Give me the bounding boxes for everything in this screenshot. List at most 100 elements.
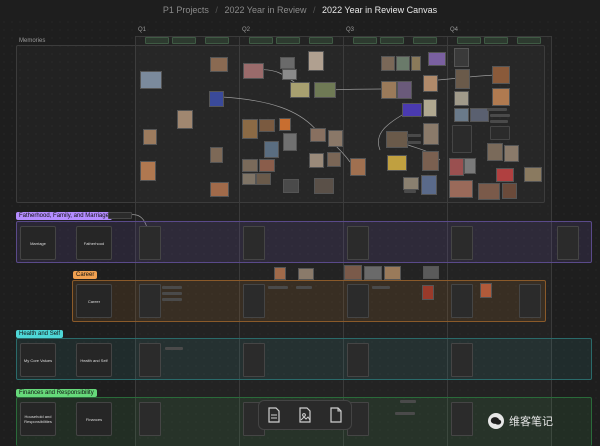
- career-photo[interactable]: [344, 265, 362, 280]
- memory-photo[interactable]: [256, 173, 271, 185]
- quarter-card[interactable]: [451, 343, 473, 377]
- health-note[interactable]: [165, 347, 183, 350]
- career-note[interactable]: [372, 286, 390, 289]
- memory-photo[interactable]: [264, 141, 279, 158]
- memory-photo[interactable]: [210, 182, 229, 197]
- career-photo[interactable]: [423, 266, 439, 279]
- quarter-card[interactable]: [557, 226, 579, 260]
- memory-photo[interactable]: [423, 123, 439, 145]
- memory-photo[interactable]: [449, 158, 464, 176]
- memory-photo[interactable]: [314, 82, 336, 98]
- memory-photo[interactable]: [422, 151, 439, 171]
- quarter-card[interactable]: [139, 402, 161, 436]
- quarter-card[interactable]: [347, 226, 369, 260]
- memory-photo[interactable]: [449, 180, 473, 198]
- memory-photo[interactable]: [492, 88, 510, 106]
- career-note[interactable]: [296, 286, 312, 289]
- quarter-card[interactable]: [451, 402, 473, 436]
- memory-photo[interactable]: [242, 159, 258, 172]
- memory-note[interactable]: [487, 108, 507, 111]
- quarter-card[interactable]: [451, 226, 473, 260]
- memory-photo[interactable]: [423, 75, 438, 92]
- memory-photo[interactable]: [290, 82, 310, 98]
- finances-card[interactable]: Finances: [76, 402, 112, 436]
- memory-photo[interactable]: [504, 145, 519, 162]
- memory-photo[interactable]: [396, 56, 410, 71]
- memory-photo[interactable]: [242, 173, 256, 185]
- career-photo[interactable]: [298, 268, 314, 280]
- quarter-card[interactable]: [139, 284, 161, 318]
- quarter-card[interactable]: [451, 284, 473, 318]
- memory-photo[interactable]: [421, 175, 437, 195]
- memory-photo[interactable]: [428, 52, 446, 66]
- career-note[interactable]: [162, 292, 182, 295]
- core-values-card[interactable]: My Core Values: [20, 343, 56, 377]
- memory-note[interactable]: [490, 120, 508, 123]
- memory-photo[interactable]: [478, 183, 500, 200]
- memory-photo[interactable]: [140, 161, 156, 181]
- memory-photo[interactable]: [397, 81, 412, 99]
- memory-photo[interactable]: [209, 91, 224, 107]
- memory-photo[interactable]: [411, 56, 421, 71]
- career-photo[interactable]: [364, 266, 382, 280]
- memory-photo[interactable]: [381, 56, 395, 71]
- memory-photo[interactable]: [454, 91, 469, 106]
- fatherhood-card[interactable]: Fatherhood: [76, 226, 112, 260]
- memory-note[interactable]: [407, 141, 421, 144]
- finance-note[interactable]: [395, 412, 415, 415]
- memory-note[interactable]: [404, 190, 416, 193]
- memory-photo[interactable]: [403, 177, 419, 190]
- memory-photo[interactable]: [259, 119, 275, 132]
- career-note[interactable]: [162, 286, 182, 289]
- career-note[interactable]: [162, 298, 182, 301]
- quarter-card[interactable]: [243, 226, 265, 260]
- memory-photo[interactable]: [308, 51, 324, 71]
- career-photo[interactable]: [422, 285, 434, 300]
- career-photo[interactable]: [384, 266, 401, 280]
- memory-photo[interactable]: [350, 158, 366, 176]
- career-photo[interactable]: [480, 283, 492, 298]
- quarter-card[interactable]: [139, 226, 161, 260]
- add-media-icon[interactable]: [295, 405, 315, 425]
- memory-photo[interactable]: [140, 71, 162, 89]
- memory-photo[interactable]: [328, 130, 343, 147]
- quarter-card[interactable]: [519, 284, 541, 318]
- quarter-card[interactable]: [347, 343, 369, 377]
- add-note-icon[interactable]: [264, 405, 284, 425]
- quarter-card[interactable]: [243, 284, 265, 318]
- memory-photo[interactable]: [455, 69, 470, 89]
- memory-photo[interactable]: [496, 168, 514, 182]
- career-card[interactable]: Career: [76, 284, 112, 318]
- memory-photo[interactable]: [381, 81, 397, 99]
- memory-photo[interactable]: [283, 179, 299, 193]
- memory-photo[interactable]: [423, 99, 437, 117]
- quarter-card[interactable]: [243, 343, 265, 377]
- memory-photo[interactable]: [310, 128, 326, 142]
- memory-photo[interactable]: [464, 158, 476, 174]
- memory-note[interactable]: [490, 114, 510, 117]
- household-card[interactable]: Household and Responsibilities: [20, 402, 56, 436]
- memory-card[interactable]: [490, 126, 510, 140]
- quarter-card[interactable]: [347, 284, 369, 318]
- memory-photo[interactable]: [492, 66, 510, 84]
- memory-photo[interactable]: [143, 129, 157, 145]
- memory-photo[interactable]: [314, 178, 334, 194]
- memory-photo[interactable]: [487, 143, 503, 161]
- memory-photo[interactable]: [387, 155, 407, 171]
- memory-photo[interactable]: [210, 57, 228, 72]
- memory-photo[interactable]: [279, 118, 291, 131]
- memory-photo[interactable]: [283, 133, 297, 151]
- add-file-icon[interactable]: [326, 405, 346, 425]
- memory-photo[interactable]: [386, 131, 408, 148]
- memory-photo[interactable]: [177, 110, 193, 129]
- memory-photo[interactable]: [524, 167, 542, 182]
- memory-note[interactable]: [407, 134, 421, 137]
- note-card[interactable]: [108, 212, 132, 219]
- memory-photo[interactable]: [243, 63, 264, 79]
- memory-photo[interactable]: [242, 119, 258, 139]
- memory-photo[interactable]: [309, 153, 324, 168]
- memory-photo[interactable]: [454, 108, 469, 122]
- marriage-card[interactable]: Marriage: [20, 226, 56, 260]
- memory-photo[interactable]: [210, 147, 223, 163]
- health-and-self-card[interactable]: Health and Self: [76, 343, 112, 377]
